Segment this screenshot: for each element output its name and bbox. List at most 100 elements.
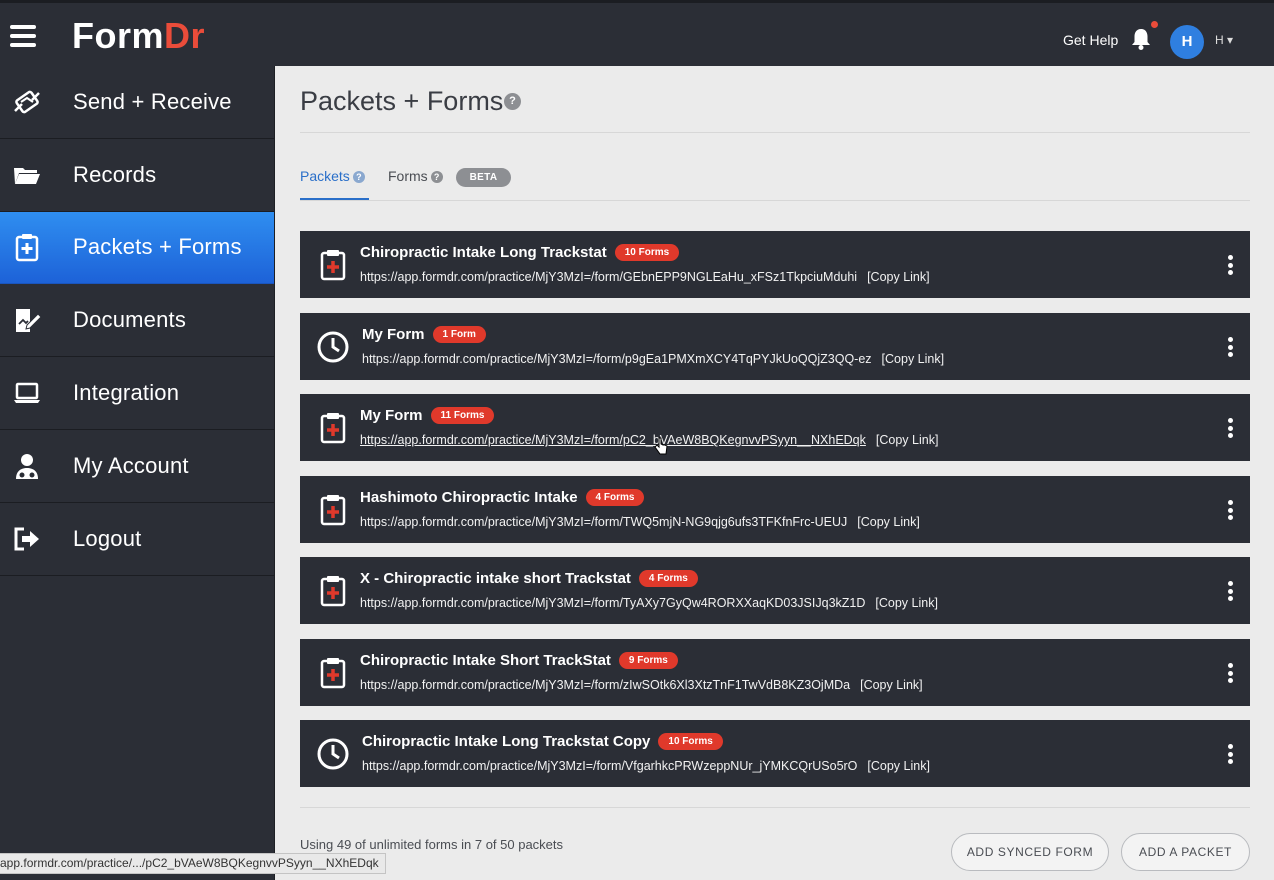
browser-status-bar: app.formdr.com/practice/.../pC2_bVAeW8BQ… [0, 853, 386, 874]
forms-count-badge: 10 Forms [658, 733, 723, 750]
packet-name: Chiropractic Intake Long Trackstat Copy 1… [362, 733, 723, 750]
packet-url[interactable]: https://app.formdr.com/practice/MjY3MzI=… [360, 270, 857, 284]
logout-icon [14, 527, 39, 551]
copy-link-button[interactable]: [Copy Link] [860, 678, 923, 692]
packet-title: Chiropractic Intake Short TrackStat [360, 652, 611, 669]
forms-count-badge: 10 Forms [614, 244, 680, 261]
packet-row[interactable]: Chiropractic Intake Long Trackstat Copy 1… [300, 720, 1250, 787]
packet-title: X - Chiropractic intake short Trackstat [360, 570, 631, 587]
packet-name: X - Chiropractic intake short Trackstat 4… [360, 570, 698, 587]
sidebar-item-logout[interactable]: Logout [0, 503, 274, 576]
sidebar-item-packets-forms[interactable]: Packets + Forms [0, 211, 274, 285]
packet-row[interactable]: Chiropractic Intake Short TrackStat 9 For… [300, 639, 1250, 706]
bell-icon[interactable] [1130, 27, 1152, 51]
packet-url[interactable]: https://app.formdr.com/practice/MjY3MzI=… [362, 352, 872, 366]
forms-count-badge: 1 Form [432, 326, 486, 343]
document-pen-icon [16, 309, 42, 333]
clipboard-icon [320, 658, 346, 689]
more-options-icon[interactable] [1225, 500, 1235, 520]
sidebar-item-send-receive[interactable]: Send + Receive [0, 66, 274, 139]
clipboard-icon [320, 250, 346, 281]
clipboard-icon [320, 413, 346, 444]
copy-link-button[interactable]: [Copy Link] [882, 352, 945, 366]
forms-count-badge: 4 Forms [585, 489, 645, 506]
copy-link-button[interactable]: [Copy Link] [875, 596, 938, 610]
get-help-link[interactable]: Get Help [1063, 32, 1118, 48]
clock-icon [317, 738, 349, 770]
sidebar-item-label: Integration [73, 380, 180, 406]
clock-icon [317, 331, 349, 363]
clipboard-plus-icon [15, 234, 39, 262]
hamburger-menu-icon[interactable] [10, 25, 36, 47]
sidebar: Send + Receive Records Packets + Forms D… [0, 66, 275, 880]
packet-link: https://app.formdr.com/practice/MjY3MzI=… [360, 515, 920, 529]
more-options-icon[interactable] [1225, 744, 1235, 764]
packet-url[interactable]: https://app.formdr.com/practice/MjY3MzI=… [362, 759, 857, 773]
tab-forms-label: Forms [388, 168, 428, 184]
sidebar-item-label: Records [73, 161, 157, 187]
packet-name: Chiropractic Intake Short TrackStat 9 For… [360, 652, 678, 669]
notification-dot [1151, 21, 1158, 28]
forms-count-badge: 9 Forms [618, 652, 678, 669]
packet-row[interactable]: My Form 1 Form https://app.formdr.com/pra… [300, 313, 1250, 380]
folder-icon [14, 167, 40, 184]
copy-link-button[interactable]: [Copy Link] [867, 270, 930, 284]
more-options-icon[interactable] [1225, 663, 1235, 683]
tab-forms[interactable]: Forms? [388, 168, 443, 184]
packet-row[interactable]: My Form 11 Forms https://app.formdr.com/p… [300, 394, 1250, 461]
copy-link-button[interactable]: [Copy Link] [857, 515, 920, 529]
sidebar-item-label: Packets + Forms [73, 234, 242, 260]
tab-packets[interactable]: Packets? [300, 168, 365, 184]
hand-cursor-icon [654, 437, 668, 455]
packet-name: Chiropractic Intake Long Trackstat 10 For… [360, 244, 680, 261]
packet-link: https://app.formdr.com/practice/MjY3MzI=… [360, 596, 938, 610]
main-content: Packets + Forms ? Packets? Forms? BETA C… [276, 66, 1274, 880]
packet-row[interactable]: X - Chiropractic intake short Trackstat 4… [300, 557, 1250, 624]
packet-title: My Form [362, 326, 425, 343]
sidebar-item-records[interactable]: Records [0, 139, 274, 212]
packet-link: https://app.formdr.com/practice/MjY3MzI=… [362, 352, 944, 366]
packet-name: My Form 11 Forms [360, 407, 495, 424]
tabs-divider [300, 200, 1250, 201]
avatar[interactable]: H [1170, 25, 1204, 59]
copy-link-button[interactable]: [Copy Link] [867, 759, 930, 773]
more-options-icon[interactable] [1225, 581, 1235, 601]
sidebar-item-label: Send + Receive [73, 88, 232, 114]
packet-url[interactable]: https://app.formdr.com/practice/MjY3MzI=… [360, 433, 866, 447]
sidebar-item-label: Documents [73, 307, 187, 333]
add-packet-button[interactable]: ADD A PACKET [1121, 833, 1250, 871]
send-receive-icon [14, 90, 40, 114]
clipboard-icon [320, 495, 346, 526]
usage-summary: Using 49 of unlimited forms in 7 of 50 p… [300, 837, 564, 852]
packet-row[interactable]: Chiropractic Intake Long Trackstat 10 For… [300, 231, 1250, 298]
packet-title: My Form [360, 407, 423, 424]
packet-url[interactable]: https://app.formdr.com/practice/MjY3MzI=… [360, 678, 850, 692]
packet-link: https://app.formdr.com/practice/MjY3MzI=… [362, 759, 930, 773]
packet-link: https://app.formdr.com/practice/MjY3MzI=… [360, 433, 938, 447]
logo-form-text: Form [72, 15, 164, 56]
help-icon[interactable]: ? [430, 171, 443, 184]
add-synced-form-button[interactable]: ADD SYNCED FORM [951, 833, 1109, 871]
more-options-icon[interactable] [1225, 255, 1235, 275]
top-bar: FormDr Get Help H H ▾ [0, 0, 1274, 66]
forms-count-badge: 11 Forms [430, 407, 495, 424]
sidebar-item-integration[interactable]: Integration [0, 357, 274, 430]
user-menu-toggle[interactable]: H ▾ [1215, 33, 1233, 47]
packet-url[interactable]: https://app.formdr.com/practice/MjY3MzI=… [360, 596, 865, 610]
sidebar-item-documents[interactable]: Documents [0, 284, 274, 358]
help-icon[interactable]: ? [504, 93, 521, 110]
page-title: Packets + Forms [300, 86, 504, 116]
logo[interactable]: FormDr [72, 15, 205, 57]
sidebar-item-label: My Account [73, 452, 189, 478]
packet-row[interactable]: Hashimoto Chiropractic Intake 4 Forms htt… [300, 476, 1250, 543]
laptop-icon [14, 382, 40, 404]
sidebar-item-my-account[interactable]: My Account [0, 430, 274, 503]
packet-title: Hashimoto Chiropractic Intake [360, 489, 578, 506]
help-icon[interactable]: ? [352, 171, 365, 184]
more-options-icon[interactable] [1225, 418, 1235, 438]
copy-link-button[interactable]: [Copy Link] [876, 433, 939, 447]
more-options-icon[interactable] [1225, 337, 1235, 357]
packet-link: https://app.formdr.com/practice/MjY3MzI=… [360, 270, 930, 284]
sidebar-item-label: Logout [73, 525, 142, 551]
packet-url[interactable]: https://app.formdr.com/practice/MjY3MzI=… [360, 515, 847, 529]
